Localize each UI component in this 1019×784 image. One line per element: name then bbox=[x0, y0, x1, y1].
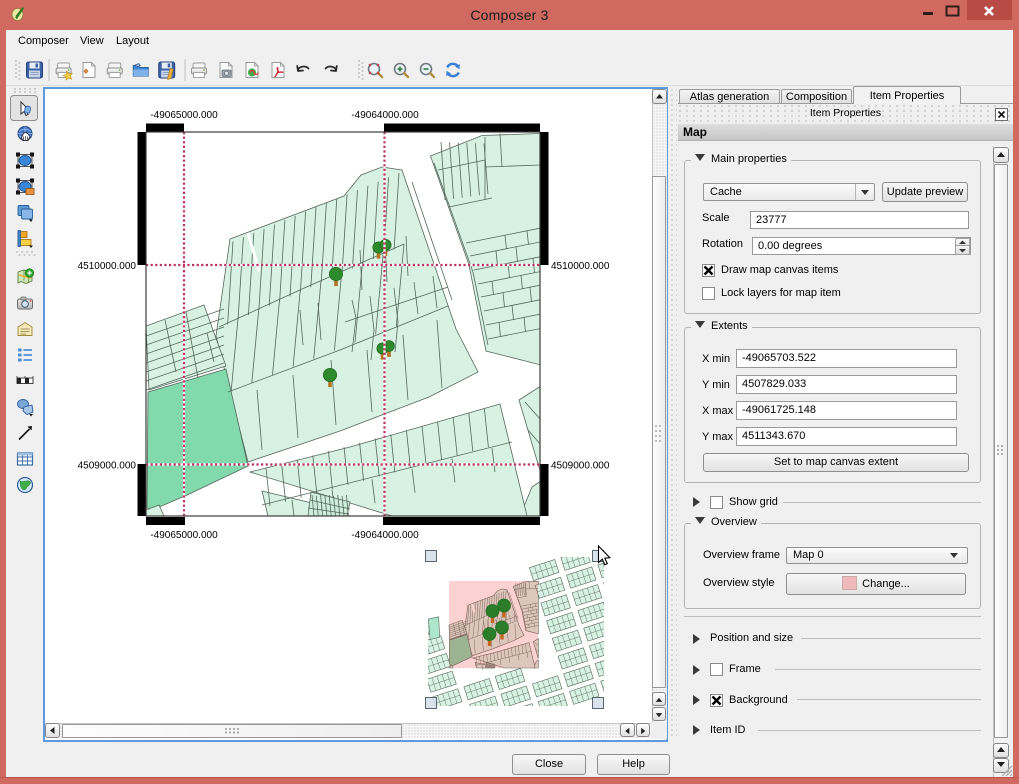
svg-text:4510000.000: 4510000.000 bbox=[551, 261, 610, 272]
svg-text:-49064000.000: -49064000.000 bbox=[351, 530, 419, 541]
svg-text:-49065000.000: -49065000.000 bbox=[150, 110, 218, 121]
svg-text:-49065000.000: -49065000.000 bbox=[150, 530, 218, 541]
svg-text:-49064000.000: -49064000.000 bbox=[351, 110, 419, 121]
svg-text:4510000.000: 4510000.000 bbox=[78, 261, 137, 272]
svg-text:4509000.000: 4509000.000 bbox=[78, 461, 137, 472]
svg-text:4509000.000: 4509000.000 bbox=[551, 461, 610, 472]
